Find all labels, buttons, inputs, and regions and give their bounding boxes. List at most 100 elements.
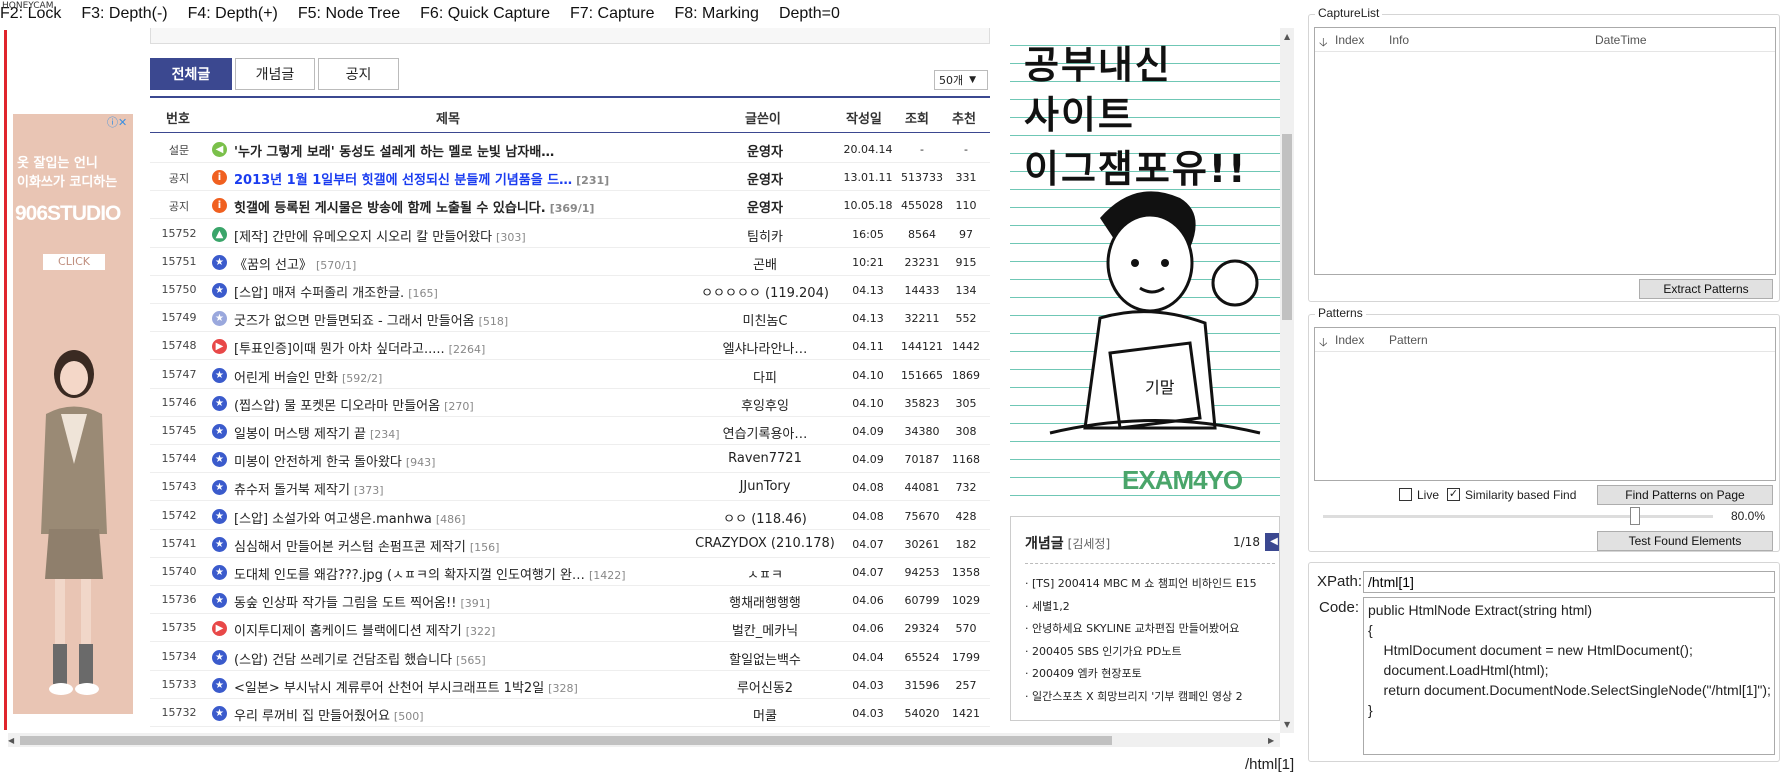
capture-list[interactable]: 🡣 Index Info DateTime — [1314, 27, 1776, 275]
similarity-checkbox[interactable]: ✓ — [1447, 488, 1460, 501]
concept-post-item[interactable]: · 200409 엠카 현장포토 — [1025, 663, 1257, 686]
post-title[interactable]: <일본> 부시낚시 계류루어 산천어 부시크래프트 1박2일 — [234, 681, 544, 696]
post-title[interactable]: 미봉이 안전하게 한국 돌아왔다 — [234, 455, 402, 470]
comment-count[interactable]: [373] — [354, 484, 384, 497]
table-row[interactable]: 15751 ★ 《꿈의 선고》 [570/1] 곤배 10:21 23231 915 — [150, 248, 990, 276]
table-row[interactable]: 15736 ★ 동숲 인상파 작가들 그림을 도트 찍어옴!! [391] 행채래행행행… — [150, 586, 990, 615]
post-writer[interactable]: 팀히카 — [690, 226, 840, 245]
table-row[interactable]: 15741 ★ 심심해서 만들어본 커스텀 손펌프콘 제작기 [156] CRAZYDO… — [150, 530, 990, 558]
post-writer[interactable]: 벌칸_메카닉 — [690, 620, 840, 639]
horizontal-scroll-thumb[interactable] — [20, 736, 1112, 745]
table-row[interactable]: 15746 ★ (찝스압) 물 포켓몬 디오라마 만들어옴 [270] 후잉후잉 04.1… — [150, 389, 990, 417]
post-title-link[interactable]: 도대체 인도를 왜감???.jpg (ㅅㅍㅋ의 확자지껄 인도여행기 완… [14… — [234, 564, 694, 583]
comment-count[interactable]: [1422] — [589, 569, 626, 582]
comment-count[interactable]: [165] — [408, 287, 438, 300]
post-writer[interactable]: 연습기록용아… — [690, 423, 840, 442]
post-writer[interactable]: 루어신동2 — [690, 677, 840, 696]
concept-post-item[interactable]: · [TS] 200414 MBC M 쇼 챔피언 비하인드 E15 — [1025, 573, 1257, 596]
depth-plus-hotkey[interactable]: F4: Depth(+) — [188, 5, 278, 23]
scroll-down-icon[interactable]: ▼ — [1284, 720, 1290, 729]
table-row[interactable]: 15750 ★ [스압] 매져 수퍼졸리 개조한글. [165] ㅇㅇㅇㅇㅇ (119.… — [150, 276, 990, 304]
post-title[interactable]: 굿즈가 없으면 만들면되죠 - 그래서 만들어옴 — [234, 314, 475, 329]
post-title[interactable]: [제작] 간만에 유메오오지 시오리 칼 만들어왔다 — [234, 230, 492, 245]
page-size-select[interactable]: 50개 ▼ — [934, 70, 988, 90]
table-row[interactable]: 15747 ★ 어린게 버슬인 만화 [592/2] 다피 04.10 151665 1869 — [150, 361, 990, 389]
comment-count[interactable]: [303] — [496, 231, 526, 244]
post-title[interactable]: 츄수저 돌거북 제작기 — [234, 483, 350, 498]
post-title-link[interactable]: 힛갤에 등록된 게시물은 방송에 함께 노출될 수 있습니다. [369/1] — [234, 197, 694, 216]
col-pattern[interactable]: Pattern — [1389, 333, 1428, 347]
post-title-link[interactable]: [스압] 매져 수퍼졸리 개조한글. [165] — [234, 282, 694, 301]
comment-count[interactable]: [500] — [394, 710, 424, 723]
post-title-link[interactable]: 우리 루꺼비 집 만들어줬어요 [500] — [234, 705, 694, 724]
post-title[interactable]: [스압] 소설가와 여고생은.manhwa — [234, 512, 432, 527]
table-row[interactable]: 15742 ★ [스압] 소설가와 여고생은.manhwa [486] ㅇㅇ (118.… — [150, 502, 990, 530]
post-writer[interactable]: 머쿨 — [690, 705, 840, 724]
comment-count[interactable]: [156] — [470, 541, 500, 554]
comment-count[interactable]: [943] — [406, 456, 436, 469]
post-title[interactable]: 동숲 인상파 작가들 그림을 도트 찍어옴!! — [234, 596, 456, 611]
capture-hotkey[interactable]: F7: Capture — [570, 5, 654, 23]
concept-post-item[interactable]: · 일간스포츠 X 희망브리지 '기부 캠페인 영상 2 — [1025, 686, 1257, 709]
col-index[interactable]: Index — [1335, 33, 1364, 47]
post-writer[interactable]: ㅅㅍㅋ — [690, 564, 840, 583]
post-title[interactable]: 2013년 1월 1일부터 힛갤에 선정되신 분들께 기념품을 드… — [234, 173, 572, 188]
prev-page-button[interactable]: ◀ — [1265, 533, 1279, 551]
similarity-slider-track[interactable] — [1323, 515, 1713, 518]
table-row[interactable]: 15743 ★ 츄수저 돌거북 제작기 [373] JJunTory 04.08 44081… — [150, 473, 990, 502]
code-editor[interactable]: public HtmlNode Extract(string html) { H… — [1363, 597, 1775, 755]
comment-count[interactable]: [518] — [479, 315, 509, 328]
concept-post-item[interactable]: · 세별1,2 — [1025, 596, 1257, 619]
comment-count[interactable]: [592/2] — [342, 372, 382, 385]
comment-count[interactable]: [565] — [456, 654, 486, 667]
post-title[interactable]: (찝스압) 물 포켓몬 디오라마 만들어옴 — [234, 399, 440, 414]
post-title[interactable]: 우리 루꺼비 집 만들어줬어요 — [234, 709, 390, 724]
left-banner-ad[interactable]: 옷 잘입는 언니 이화쓰가 코디하는 906STUDIO CLICK — [13, 114, 133, 714]
live-checkbox[interactable] — [1399, 488, 1412, 501]
table-row[interactable]: 15740 ★ 도대체 인도를 왜감???.jpg (ㅅㅍㅋ의 확자지껄 인도여행기… — [150, 558, 990, 586]
post-title[interactable]: 심심해서 만들어본 커스텀 손펌프콘 제작기 — [234, 540, 466, 555]
comment-count[interactable]: [2264] — [449, 343, 486, 356]
test-found-elements-button[interactable]: Test Found Elements — [1597, 531, 1773, 551]
post-title-link[interactable]: 일봉이 머스탱 제작기 끝 [234] — [234, 423, 694, 442]
post-writer[interactable]: 미친놈C — [690, 310, 840, 329]
table-row[interactable]: 15744 ★ 미봉이 안전하게 한국 돌아왔다 [943] Raven7721 04.0… — [150, 445, 990, 474]
post-title[interactable]: [투표인증]이때 뭔가 아차 싶더라고..... — [234, 342, 445, 357]
node-tree-hotkey[interactable]: F5: Node Tree — [298, 5, 400, 23]
post-writer[interactable]: 운영자 — [690, 141, 840, 160]
post-title-link[interactable]: 이지투디제이 홈케이드 블랙에디션 제작기 [322] — [234, 620, 694, 639]
post-writer[interactable]: 운영자 — [690, 197, 840, 216]
post-writer[interactable]: 곤배 — [690, 254, 840, 273]
col-datetime[interactable]: DateTime — [1595, 33, 1647, 47]
comment-count[interactable]: [486] — [436, 513, 466, 526]
post-title-link[interactable]: 동숲 인상파 작가들 그림을 도트 찍어옴!! [391] — [234, 592, 694, 611]
post-title[interactable]: 어린게 버슬인 만화 — [234, 371, 338, 386]
col-info[interactable]: Info — [1389, 33, 1409, 47]
table-row[interactable]: 15733 ★ <일본> 부시낚시 계류루어 산천어 부시크래프트 1박2일 [328… — [150, 671, 990, 699]
depth-minus-hotkey[interactable]: F3: Depth(-) — [81, 5, 167, 23]
concept-post-item[interactable]: · 200405 SBS 인기가요 PD노트 — [1025, 641, 1257, 664]
table-row[interactable]: 공지 i 2013년 1월 1일부터 힛갤에 선정되신 분들께 기념품을 드… [23… — [150, 163, 990, 192]
scroll-left-icon[interactable]: ◀ — [8, 736, 14, 745]
comment-count[interactable]: [570/1] — [316, 259, 356, 272]
post-writer[interactable]: 엘샤나라안나… — [690, 338, 840, 357]
comment-count[interactable]: [328] — [548, 682, 578, 695]
table-row[interactable]: 설문 ◀ '누가 그렇게 보래' 동성도 설레게 하는 멜로 눈빛 남자배… 운영자 2… — [150, 135, 990, 163]
post-title-link[interactable]: '누가 그렇게 보래' 동성도 설레게 하는 멜로 눈빛 남자배… — [234, 141, 694, 160]
post-title-link[interactable]: 심심해서 만들어본 커스텀 손펌프콘 제작기 [156] — [234, 536, 694, 555]
table-row[interactable]: 15745 ★ 일봉이 머스탱 제작기 끝 [234] 연습기록용아… 04.09 3438… — [150, 417, 990, 445]
post-title[interactable]: 힛갤에 등록된 게시물은 방송에 함께 노출될 수 있습니다. — [234, 201, 546, 216]
post-title[interactable]: 일봉이 머스탱 제작기 끝 — [234, 427, 366, 442]
post-writer[interactable]: JJunTory — [690, 479, 840, 494]
scroll-up-icon[interactable]: ▲ — [1284, 32, 1290, 41]
tab-notice[interactable]: 공지 — [318, 58, 399, 90]
vertical-scroll-thumb[interactable] — [1282, 134, 1292, 320]
comic-banner-ad[interactable]: 공부내신 사이트 이그잼포유!! 기말 EXAM4YO — [1010, 28, 1282, 498]
post-title[interactable]: 도대체 인도를 왜감???.jpg (ㅅㅍㅋ의 확자지껄 인도여행기 완… — [234, 568, 585, 583]
table-row[interactable]: 15748 ▶ [투표인증]이때 뭔가 아차 싶더라고..... [2264] 엘샤나라… — [150, 332, 990, 361]
ad-click-button[interactable]: CLICK — [43, 254, 105, 270]
table-row[interactable]: 15735 ▶ 이지투디제이 홈케이드 블랙에디션 제작기 [322] 벌칸_메카닉 04… — [150, 614, 990, 643]
quick-capture-hotkey[interactable]: F6: Quick Capture — [420, 5, 550, 23]
patterns-list[interactable]: 🡣 Index Pattern — [1314, 327, 1776, 481]
tab-all-posts[interactable]: 전체글 — [150, 58, 232, 90]
